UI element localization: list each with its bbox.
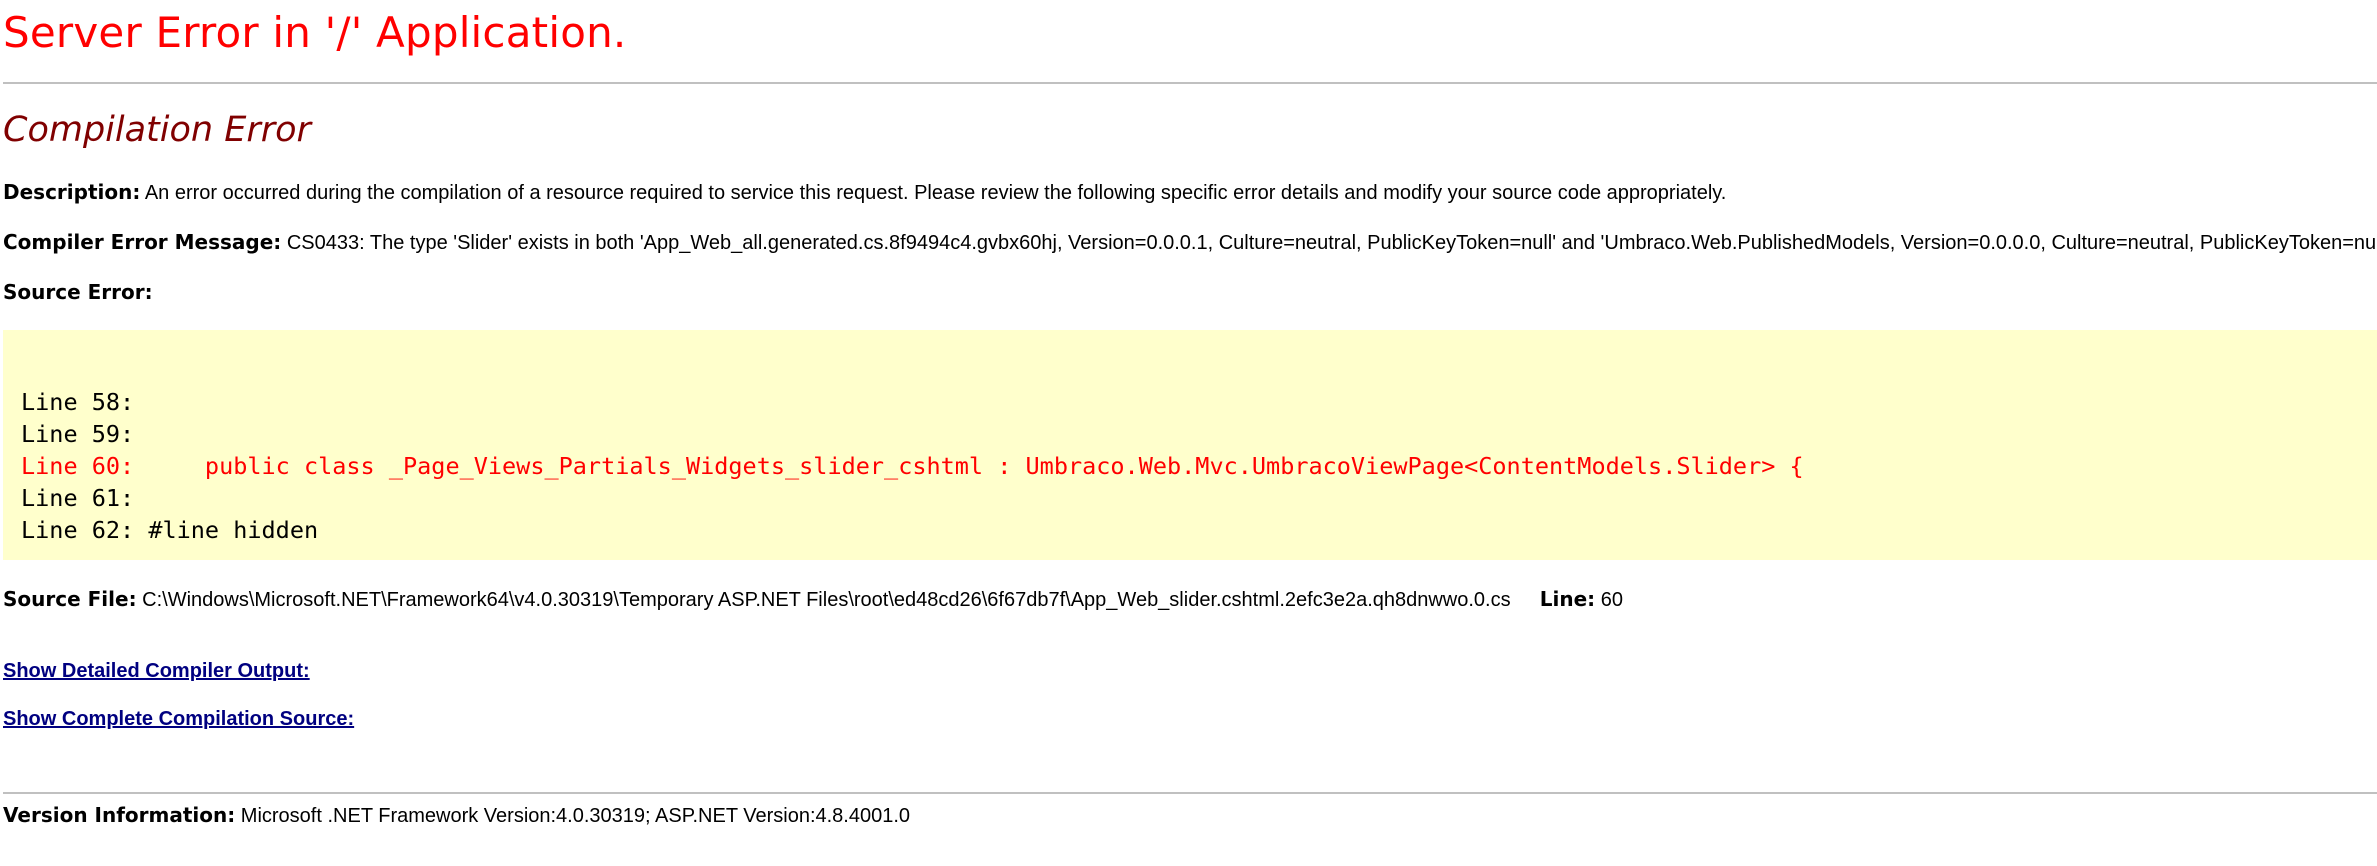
source-file-path: C:\Windows\Microsoft.NET\Framework64\v4.… xyxy=(142,589,1511,611)
source-error-label: Source Error: xyxy=(3,280,153,304)
source-error-row: Source Error: xyxy=(3,280,153,305)
code-line: Line 59: xyxy=(21,420,135,448)
error-type-heading: Compilation Error xyxy=(3,110,311,150)
code-line-error: Line 60: public class _Page_Views_Partia… xyxy=(21,452,1804,480)
page-title: Server Error in '/' Application. xyxy=(3,8,627,57)
code-line: Line 61: xyxy=(21,484,135,512)
compiler-error-label: Compiler Error Message: xyxy=(3,230,282,254)
code-line: Line 62: #line hidden xyxy=(21,516,319,544)
source-line-value: 60 xyxy=(1600,589,1623,611)
source-code-block: Line 58: Line 59: Line 60: public class … xyxy=(3,330,2377,560)
description-label: Description: xyxy=(3,180,141,204)
code-line: Line 58: xyxy=(21,388,135,416)
source-code-listing: Line 58: Line 59: Line 60: public class … xyxy=(21,386,1804,546)
version-divider xyxy=(3,792,2377,794)
show-compilation-source-link[interactable]: Show Complete Compilation Source: xyxy=(3,708,354,731)
show-compiler-output-link[interactable]: Show Detailed Compiler Output: xyxy=(3,660,310,683)
source-file-label: Source File: xyxy=(3,587,137,611)
description-row: Description: An error occurred during th… xyxy=(3,180,1726,205)
version-row: Version Information: Microsoft .NET Fram… xyxy=(3,803,910,828)
source-line-label: Line: xyxy=(1539,587,1596,611)
description-text: An error occurred during the compilation… xyxy=(144,182,1727,204)
source-file-row: Source File: C:\Windows\Microsoft.NET\Fr… xyxy=(3,587,1623,612)
compiler-error-row: Compiler Error Message: CS0433: The type… xyxy=(3,230,2377,255)
compiler-error-text: CS0433: The type 'Slider' exists in both… xyxy=(286,232,2377,254)
title-divider xyxy=(3,82,2377,84)
version-label: Version Information: xyxy=(3,803,236,827)
version-text: Microsoft .NET Framework Version:4.0.303… xyxy=(240,805,911,827)
